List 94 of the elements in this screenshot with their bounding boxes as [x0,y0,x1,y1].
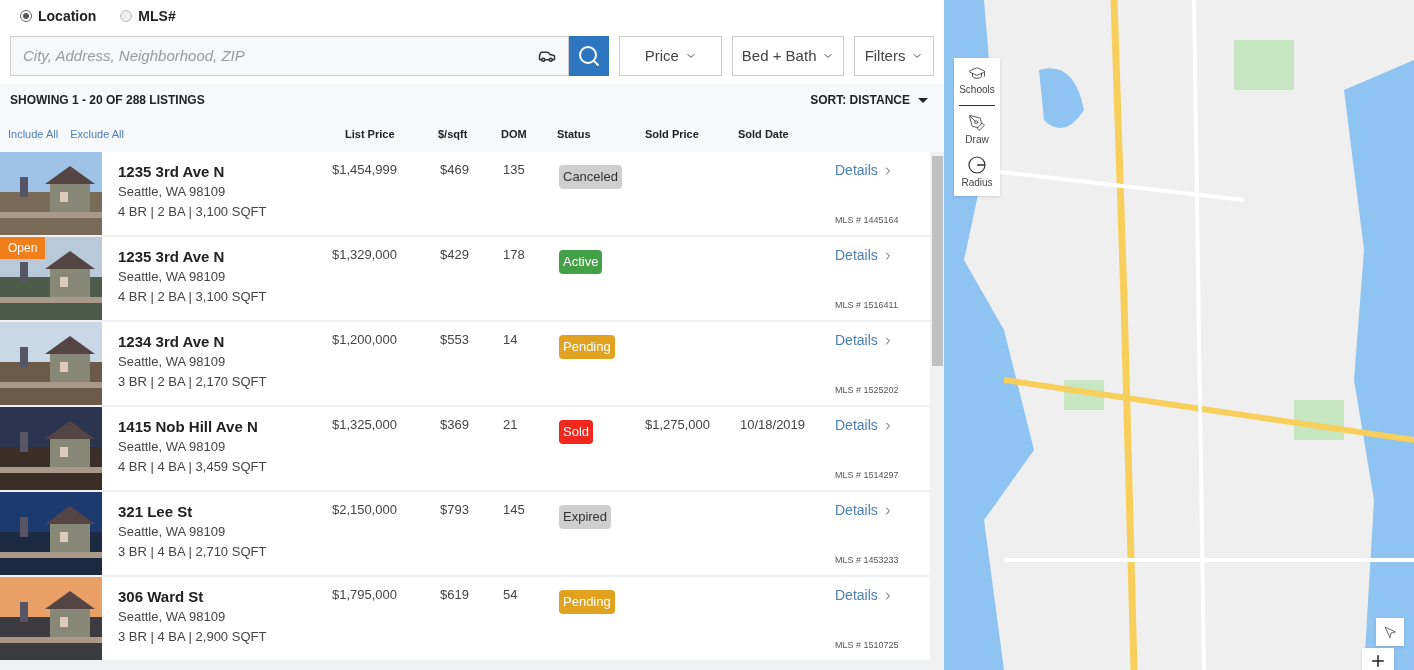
listing-city: Seattle, WA 98109 [118,523,227,541]
status-badge: Pending [559,590,615,614]
price-per-sqft: $369 [440,416,470,434]
bulk-action-link[interactable]: Include All [8,125,59,143]
listing-row[interactable]: Open 1235 3rd Ave N Seattle, WA 98109 4 BR | 2 BA | 3,100 SQFT $1,329,000 $429 178 Active Details MLS # 1516411 [0,237,930,320]
filter-dropdown[interactable]: Filters [854,36,934,76]
listing-address[interactable]: 1415 Nob Hill Ave N [118,417,332,437]
sold-price: $1,275,000 [645,417,711,432]
radio-label[interactable]: MLS# [138,6,176,26]
bulk-action-link[interactable]: Exclude All [70,125,124,143]
listing-specs: 4 BR | 2 BA | 3,100 SQFT [118,288,268,306]
plus-icon [1369,652,1387,670]
details-link[interactable]: Details [835,330,894,351]
details-link[interactable]: Details [835,415,894,436]
scrollbar-thumb[interactable] [931,156,943,366]
listing-address[interactable]: 1234 3rd Ave N [118,332,332,352]
listing-row[interactable]: 1235 3rd Ave N Seattle, WA 98109 4 BR | 2 BA | 3,100 SQFT $1,454,999 $469 135 Canceled Details MLS # 1445164 [0,152,930,235]
listing-specs: 3 BR | 2 BA | 2,170 SQFT [118,373,268,391]
price-per-sqft: $553 [440,331,470,349]
pen-icon [968,114,986,132]
open-house-badge: Open [0,237,46,259]
price-per-sqft: $619 [440,586,470,604]
column-header: Status [557,126,592,142]
listing-count: SHOWING 1 - 20 OF 288 LISTINGS [10,92,205,109]
filter-dropdown[interactable]: Price [619,36,723,76]
mls-number: MLS # 1453233 [835,553,900,567]
listing-city: Seattle, WA 98109 [118,608,227,626]
list-price: $1,454,999 [332,161,399,179]
mls-number: MLS # 1516411 [835,298,899,312]
map-tool-button[interactable]: Radius [961,155,993,190]
listing-specs: 3 BR | 4 BA | 2,900 SQFT [118,628,268,646]
days-on-market: 21 [503,416,519,434]
listing-address[interactable]: 1235 3rd Ave N [118,247,332,267]
mls-number: MLS # 1525202 [835,383,900,397]
listing-address[interactable]: 321 Lee St [118,502,332,522]
mls-number: MLS # 1514297 [835,468,900,482]
listing-specs: 4 BR | 2 BA | 3,100 SQFT [118,203,268,221]
listing-row[interactable]: 1415 Nob Hill Ave N Seattle, WA 98109 4 BR | 4 BA | 3,459 SQFT $1,325,000 $369 21 Sold $1,275,000 10/18/2019 Details MLS # 1514297 [0,407,930,490]
column-header: $/sqft [438,126,469,142]
listing-city: Seattle, WA 98109 [118,268,227,286]
sort-dropdown[interactable]: SORT: DISTANCE [810,91,928,109]
listing-row[interactable]: 306 Ward St Seattle, WA 98109 3 BR | 4 BA | 2,900 SQFT $1,795,000 $619 54 Pending Details MLS # 1510725 [0,577,930,660]
listing-city: Seattle, WA 98109 [118,353,227,371]
column-header: Sold Date [738,126,790,142]
graduation-cap-icon [968,64,986,82]
listing-row[interactable]: 1234 3rd Ave N Seattle, WA 98109 3 BR | 2 BA | 2,170 SQFT $1,200,000 $553 14 Pending Details MLS # 1525202 [0,322,930,405]
radio-button[interactable] [120,10,133,22]
map-tool-button[interactable]: Draw [965,114,989,147]
listing-city: Seattle, WA 98109 [118,438,227,456]
list-price: $1,795,000 [332,586,399,604]
listing-city: Seattle, WA 98109 [118,183,227,201]
days-on-market: 145 [503,501,526,519]
details-link[interactable]: Details [835,160,894,181]
search-button[interactable] [569,36,610,76]
list-price: $1,329,000 [332,246,399,264]
status-badge: Canceled [559,165,622,189]
column-header: DOM [501,126,528,142]
list-price: $1,200,000 [332,331,399,349]
details-link[interactable]: Details [835,585,894,606]
listing-specs: 3 BR | 4 BA | 2,710 SQFT [118,543,268,561]
listing-address[interactable]: 306 Ward St [118,587,332,607]
status-badge: Expired [559,505,612,529]
days-on-market: 54 [503,586,519,604]
radius-icon [967,155,987,175]
price-per-sqft: $429 [440,246,470,264]
days-on-market: 178 [503,246,526,264]
map-tool-button[interactable]: Schools [959,64,995,97]
days-on-market: 14 [503,331,519,349]
radio-label[interactable]: Location [38,6,97,26]
status-badge: Active [559,250,603,274]
filter-dropdown[interactable]: Bed + Bath [732,36,845,76]
radio-button[interactable] [20,10,32,22]
mls-number: MLS # 1510725 [835,638,900,652]
status-badge: Sold [559,420,594,444]
listing-address[interactable]: 1235 3rd Ave N [118,162,332,182]
listing-row[interactable]: 321 Lee St Seattle, WA 98109 3 BR | 4 BA | 2,710 SQFT $2,150,000 $793 145 Expired Details MLS # 1453233 [0,492,930,575]
locate-icon [1383,625,1397,639]
search-field[interactable]: City, Address, Neighborhood, ZIP [10,36,570,76]
column-header: List Price [345,126,396,142]
details-link[interactable]: Details [835,500,894,521]
list-price: $1,325,000 [332,416,399,434]
listing-specs: 4 BR | 4 BA | 3,459 SQFT [118,458,268,476]
list-price: $2,150,000 [332,501,399,519]
details-link[interactable]: Details [835,245,894,266]
search-input[interactable]: City, Address, Neighborhood, ZIP [23,44,539,68]
sold-date: 10/18/2019 [740,417,806,432]
search-icon [577,44,602,68]
days-on-market: 135 [503,161,526,179]
price-per-sqft: $469 [440,161,470,179]
price-per-sqft: $793 [440,501,470,519]
mls-number: MLS # 1445164 [835,213,900,227]
column-header: Sold Price [645,126,700,142]
status-badge: Pending [559,335,615,359]
locate-button[interactable] [1376,618,1404,646]
